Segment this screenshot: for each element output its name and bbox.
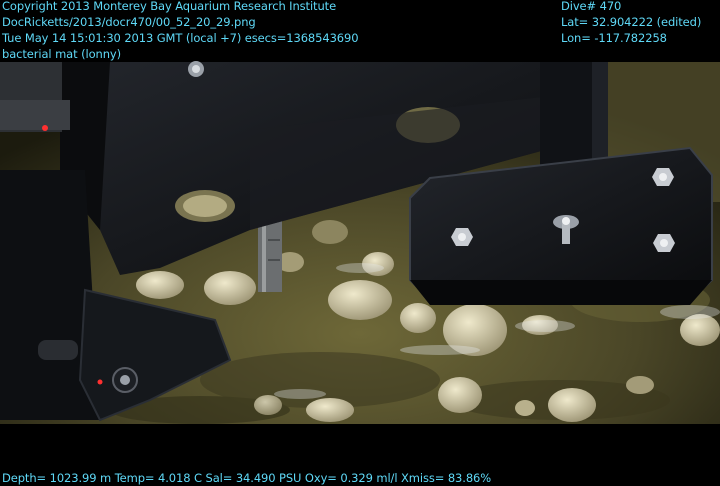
overlay-top-right: Dive# 470 Lat= 32.904222 (edited) Lon= -… [561,0,701,46]
timestamp-text: Tue May 14 15:01:30 2013 GMT (local +7) … [2,31,359,45]
copyright-text: Copyright 2013 Monterey Bay Aquarium Res… [2,0,337,13]
latitude-text: Lat= 32.904222 (edited) [561,15,702,29]
overlay-top-left: Copyright 2013 Monterey Bay Aquarium Res… [2,0,359,62]
image-path-text: DocRicketts/2013/docr470/00_52_20_29.png [2,15,256,29]
sensor-readout: Depth= 1023.99 m Temp= 4.018 C Sal= 34.4… [2,471,492,485]
rov-camera-frame [0,0,720,486]
dive-number-text: Dive# 470 [561,0,622,13]
longitude-text: Lon= -117.782258 [561,31,667,45]
annotation-text: bacterial mat (lonny) [2,47,121,61]
